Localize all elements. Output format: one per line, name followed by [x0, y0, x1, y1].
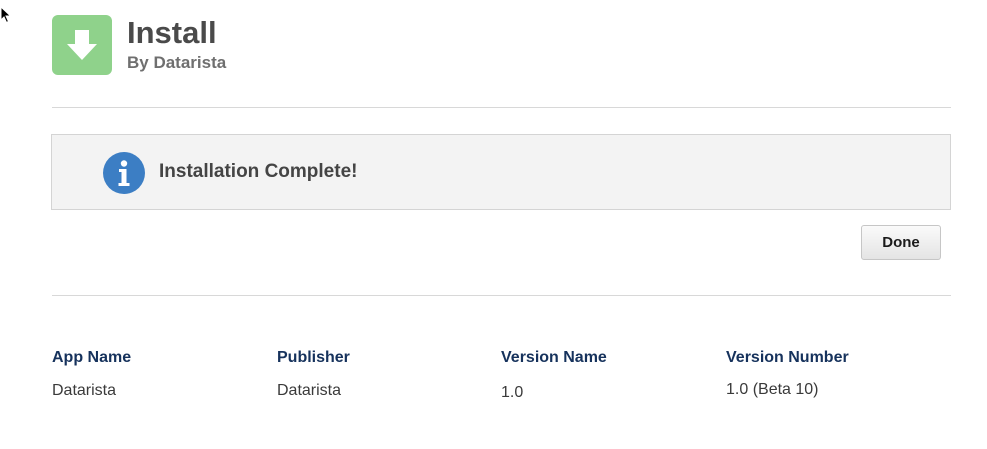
detail-label: Version Name: [501, 349, 607, 366]
detail-version-name: Version Name 1.0: [501, 348, 721, 403]
detail-publisher: Publisher Datarista: [277, 348, 497, 401]
download-arrow-icon: [52, 15, 112, 75]
detail-value: Datarista: [52, 382, 117, 399]
mouse-cursor-icon: [0, 6, 12, 24]
detail-value: 1.0: [501, 384, 524, 401]
done-button[interactable]: Done: [861, 225, 941, 260]
detail-value: Datarista: [277, 382, 342, 399]
info-icon: [103, 152, 145, 194]
package-details: App Name Datarista Publisher Datarista V…: [0, 348, 987, 408]
header-divider: [52, 107, 951, 108]
publisher-subtitle: By Datarista: [127, 53, 227, 72]
detail-label: App Name: [52, 349, 132, 366]
detail-version-number: Version Number 1.0 (Beta 10): [726, 348, 946, 400]
detail-label: Publisher: [277, 349, 350, 366]
status-message-box: Installation Complete!: [51, 134, 951, 210]
page-title: Install: [127, 15, 217, 50]
details-divider: [52, 295, 951, 296]
detail-app-name: App Name Datarista: [52, 348, 272, 401]
detail-value: 1.0 (Beta 10): [726, 381, 819, 398]
page-header: Install By Datarista: [52, 15, 226, 75]
detail-label: Version Number: [726, 349, 849, 366]
status-message-text: Installation Complete!: [159, 161, 358, 182]
title-block: Install By Datarista: [127, 15, 226, 74]
